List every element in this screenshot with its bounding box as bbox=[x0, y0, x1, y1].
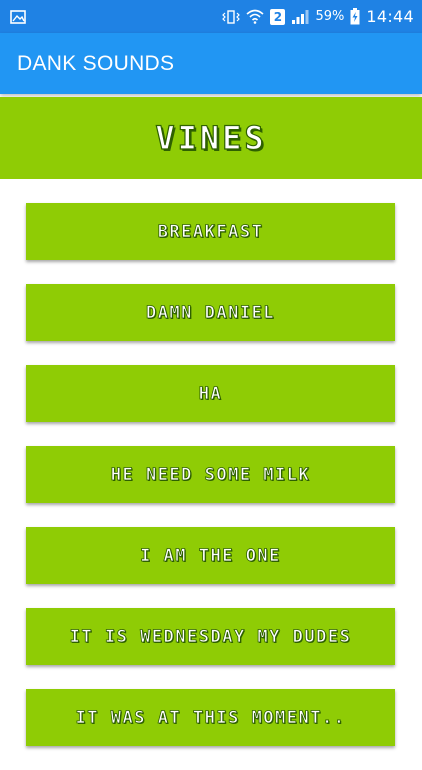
sound-button-it-was-at-this-moment[interactable]: IT WAS AT THIS MOMENT.. bbox=[26, 689, 395, 746]
section-header: VINES bbox=[0, 97, 422, 179]
sim-2-icon: 2 bbox=[270, 8, 286, 25]
sound-button-label: HE NEED SOME MILK bbox=[110, 464, 311, 485]
battery-charging-icon bbox=[350, 8, 360, 25]
sound-button-label: I AM THE ONE bbox=[140, 545, 281, 566]
sound-button-label: BREAKFAST bbox=[157, 221, 264, 242]
section-heading: VINES bbox=[155, 118, 267, 157]
battery-percent: 59% bbox=[315, 9, 345, 24]
status-bar: 2 59% 14:44 bbox=[0, 0, 422, 33]
app-bar: DANK SOUNDS bbox=[0, 33, 422, 94]
vibrate-icon bbox=[222, 9, 241, 24]
signal-icon bbox=[292, 9, 309, 24]
status-left bbox=[10, 9, 26, 25]
sound-button-label: IT WAS AT THIS MOMENT.. bbox=[75, 707, 346, 728]
sound-button-label: HA bbox=[198, 383, 223, 404]
wifi-icon bbox=[246, 9, 265, 24]
status-right: 2 59% 14:44 bbox=[222, 7, 414, 26]
sound-button-it-is-wednesday[interactable]: IT IS WEDNESDAY MY DUDES bbox=[26, 608, 395, 665]
sound-button-damn-daniel[interactable]: DAMN DANIEL bbox=[26, 284, 395, 341]
sound-button-he-need-some-milk[interactable]: HE NEED SOME MILK bbox=[26, 446, 395, 503]
sound-list: BREAKFAST DAMN DANIEL HA HE NEED SOME MI… bbox=[26, 203, 395, 770]
sound-button-label: IT IS WEDNESDAY MY DUDES bbox=[69, 626, 352, 647]
clock: 14:44 bbox=[366, 7, 414, 26]
sound-button-i-am-the-one[interactable]: I AM THE ONE bbox=[26, 527, 395, 584]
sound-button-label: DAMN DANIEL bbox=[145, 302, 276, 323]
app-title: DANK SOUNDS bbox=[17, 51, 175, 75]
sound-button-ha[interactable]: HA bbox=[26, 365, 395, 422]
image-icon bbox=[10, 9, 26, 24]
sound-button-breakfast[interactable]: BREAKFAST bbox=[26, 203, 395, 260]
